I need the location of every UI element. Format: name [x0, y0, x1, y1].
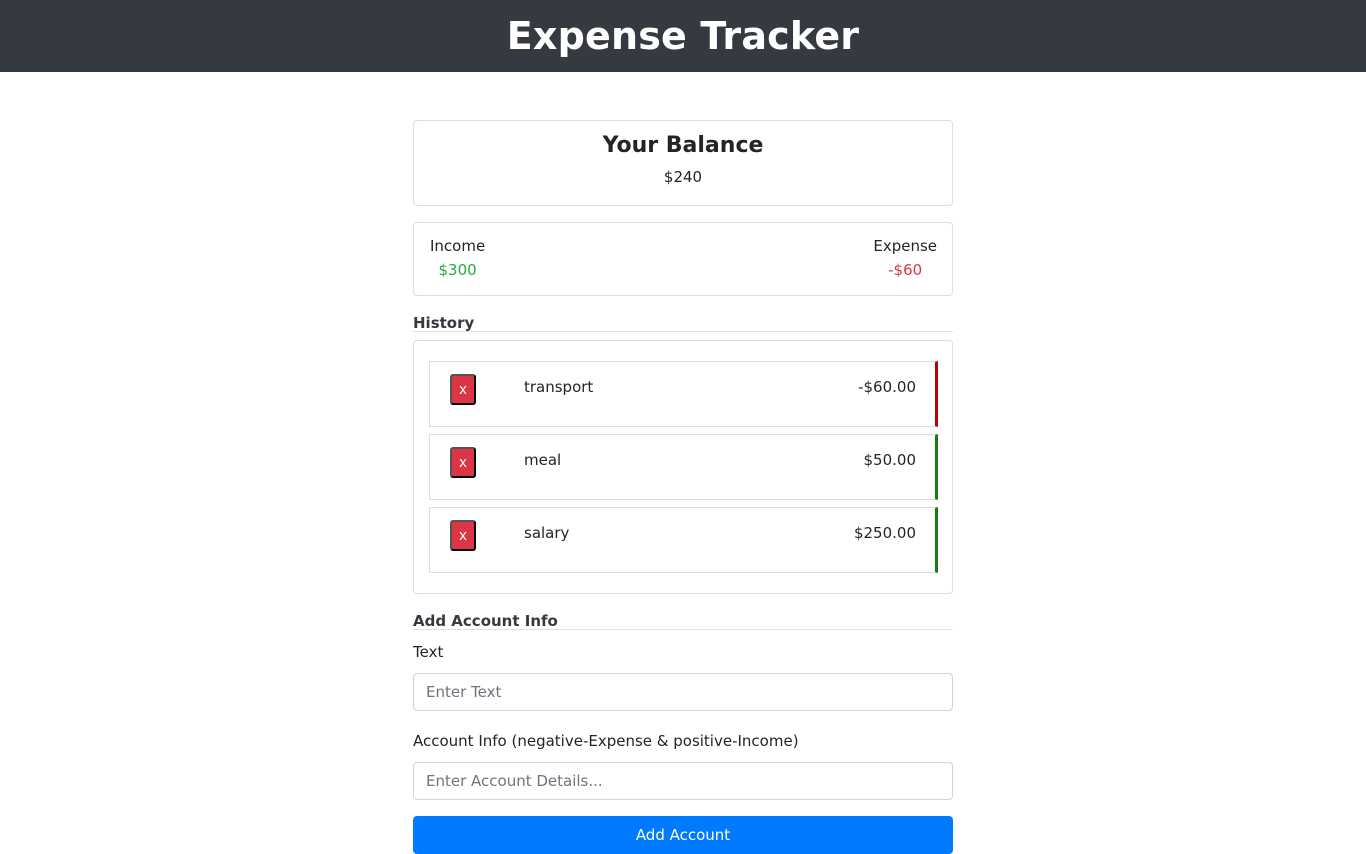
delete-button[interactable]: x [450, 374, 476, 405]
add-account-title: Add Account Info [413, 612, 953, 630]
balance-heading: Your Balance [602, 133, 764, 158]
history-title: History [413, 314, 953, 332]
add-account-form: Text Account Info (negative-Expense & po… [413, 643, 953, 854]
income-label: Income [430, 237, 486, 255]
history-item-name: transport [524, 378, 594, 396]
history-item: x transport -$60.00 [429, 361, 938, 427]
expense-value: -$60 [888, 261, 923, 279]
app-title: Expense Tracker [506, 14, 860, 58]
history-item-amount: $50.00 [863, 451, 917, 469]
app-header: Expense Tracker [0, 0, 1366, 72]
balance-card: Your Balance $240 [413, 120, 953, 206]
history-list: x transport -$60.00 x meal $50.00 x sala… [413, 340, 953, 594]
delete-button[interactable]: x [450, 520, 476, 551]
text-input[interactable] [413, 673, 953, 711]
history-item-amount: -$60.00 [858, 378, 916, 396]
delete-button[interactable]: x [450, 447, 476, 478]
history-item-amount: $250.00 [853, 524, 916, 542]
history-item-name: salary [524, 524, 570, 542]
expense-summary: Expense -$60 [873, 236, 937, 280]
expense-label: Expense [873, 237, 937, 255]
main-container: Your Balance $240 Income $300 Expense -$… [413, 120, 953, 854]
income-value: $300 [438, 261, 477, 279]
history-item: x salary $250.00 [429, 507, 938, 573]
history-item: x meal $50.00 [429, 434, 938, 500]
history-item-name: meal [524, 451, 562, 469]
text-label: Text [413, 643, 444, 661]
balance-amount: $240 [663, 168, 703, 186]
income-summary: Income $300 [430, 236, 485, 280]
income-expense-card: Income $300 Expense -$60 [413, 222, 953, 296]
add-account-button[interactable]: Add Account [413, 816, 953, 854]
amount-input[interactable] [413, 762, 953, 800]
amount-label: Account Info (negative-Expense & positiv… [413, 732, 799, 750]
